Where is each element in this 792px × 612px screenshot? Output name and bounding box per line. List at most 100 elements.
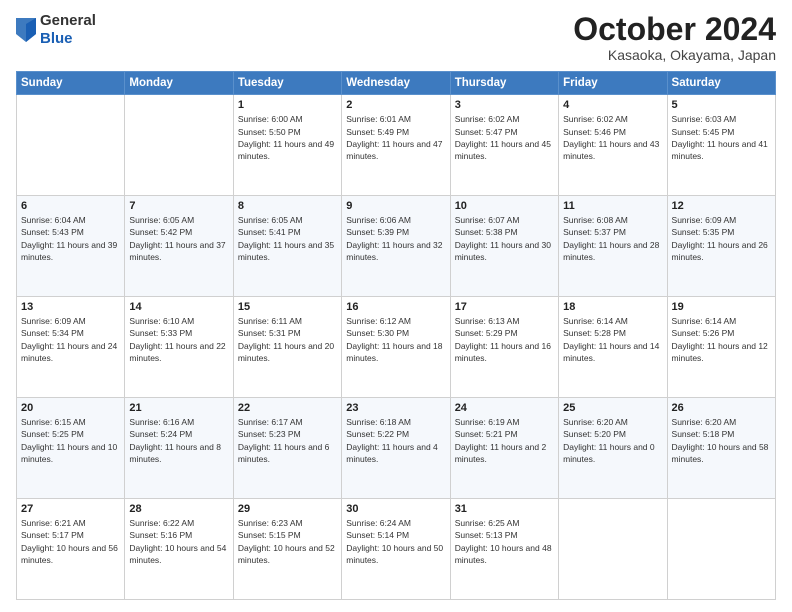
calendar-cell: 31 Sunrise: 6:25 AM Sunset: 5:13 PM Dayli… — [450, 499, 558, 600]
day-number: 7 — [129, 200, 228, 212]
day-info: Sunrise: 6:14 AM Sunset: 5:28 PM Dayligh… — [563, 315, 662, 364]
weekday-header: Friday — [559, 72, 667, 95]
day-info: Sunrise: 6:16 AM Sunset: 5:24 PM Dayligh… — [129, 416, 228, 465]
calendar-cell: 23 Sunrise: 6:18 AM Sunset: 5:22 PM Dayli… — [342, 398, 450, 499]
day-number: 29 — [238, 503, 337, 515]
day-number: 10 — [455, 200, 554, 212]
calendar-week-row: 6 Sunrise: 6:04 AM Sunset: 5:43 PM Daylig… — [17, 196, 776, 297]
day-info: Sunrise: 6:09 AM Sunset: 5:34 PM Dayligh… — [21, 315, 120, 364]
day-info: Sunrise: 6:12 AM Sunset: 5:30 PM Dayligh… — [346, 315, 445, 364]
day-number: 16 — [346, 301, 445, 313]
day-info: Sunrise: 6:20 AM Sunset: 5:18 PM Dayligh… — [672, 416, 771, 465]
location: Kasaoka, Okayama, Japan — [573, 47, 776, 63]
calendar-cell: 30Sunrise: 6:24 AM Sunset: 5:14 PM Dayli… — [342, 499, 450, 600]
calendar-cell — [17, 95, 125, 196]
day-info: Sunrise: 6:24 AM Sunset: 5:14 PM Dayligh… — [346, 517, 445, 566]
title-block: October 2024 Kasaoka, Okayama, Japan — [573, 12, 776, 63]
day-info: Sunrise: 6:09 AM Sunset: 5:35 PM Dayligh… — [672, 214, 771, 263]
day-info: Sunrise: 6:13 AM Sunset: 5:29 PM Dayligh… — [455, 315, 554, 364]
day-info: Sunrise: 6:14 AM Sunset: 5:26 PM Dayligh… — [672, 315, 771, 364]
calendar-cell: 7 Sunrise: 6:05 AM Sunset: 5:42 PM Daylig… — [125, 196, 233, 297]
day-number: 1 — [238, 99, 337, 111]
day-number: 2 — [346, 99, 445, 111]
calendar-cell: 9Sunrise: 6:06 AM Sunset: 5:39 PM Daylig… — [342, 196, 450, 297]
calendar-cell: 4 Sunrise: 6:02 AM Sunset: 5:46 PM Daylig… — [559, 95, 667, 196]
weekday-header: Tuesday — [233, 72, 341, 95]
day-number: 24 — [455, 402, 554, 414]
calendar-cell: 16 Sunrise: 6:12 AM Sunset: 5:30 PM Dayli… — [342, 297, 450, 398]
weekday-header: Monday — [125, 72, 233, 95]
day-info: Sunrise: 6:22 AM Sunset: 5:16 PM Dayligh… — [129, 517, 228, 566]
calendar-cell: 27Sunrise: 6:21 AM Sunset: 5:17 PM Dayli… — [17, 499, 125, 600]
logo-blue: Blue — [40, 30, 96, 48]
day-info: Sunrise: 6:23 AM Sunset: 5:15 PM Dayligh… — [238, 517, 337, 566]
calendar-week-row: 20Sunrise: 6:15 AM Sunset: 5:25 PM Dayli… — [17, 398, 776, 499]
day-info: Sunrise: 6:08 AM Sunset: 5:37 PM Dayligh… — [563, 214, 662, 263]
day-info: Sunrise: 6:05 AM Sunset: 5:41 PM Dayligh… — [238, 214, 337, 263]
day-info: Sunrise: 6:01 AM Sunset: 5:49 PM Dayligh… — [346, 113, 445, 162]
calendar-cell: 6 Sunrise: 6:04 AM Sunset: 5:43 PM Daylig… — [17, 196, 125, 297]
day-number: 31 — [455, 503, 554, 515]
calendar-cell: 14 Sunrise: 6:10 AM Sunset: 5:33 PM Dayli… — [125, 297, 233, 398]
calendar-week-row: 1Sunrise: 6:00 AM Sunset: 5:50 PM Daylig… — [17, 95, 776, 196]
day-number: 12 — [672, 200, 771, 212]
day-number: 18 — [563, 301, 662, 313]
calendar-cell: 20Sunrise: 6:15 AM Sunset: 5:25 PM Dayli… — [17, 398, 125, 499]
day-info: Sunrise: 6:02 AM Sunset: 5:46 PM Dayligh… — [563, 113, 662, 162]
calendar-cell — [667, 499, 775, 600]
weekday-header: Thursday — [450, 72, 558, 95]
day-number: 23 — [346, 402, 445, 414]
calendar-cell — [559, 499, 667, 600]
weekday-header: Sunday — [17, 72, 125, 95]
calendar-cell: 8 Sunrise: 6:05 AM Sunset: 5:41 PM Daylig… — [233, 196, 341, 297]
calendar-week-row: 27Sunrise: 6:21 AM Sunset: 5:17 PM Dayli… — [17, 499, 776, 600]
day-number: 26 — [672, 402, 771, 414]
day-number: 6 — [21, 200, 120, 212]
calendar-cell: 12 Sunrise: 6:09 AM Sunset: 5:35 PM Dayli… — [667, 196, 775, 297]
day-info: Sunrise: 6:11 AM Sunset: 5:31 PM Dayligh… — [238, 315, 337, 364]
day-info: Sunrise: 6:17 AM Sunset: 5:23 PM Dayligh… — [238, 416, 337, 465]
logo: General Blue — [16, 12, 96, 48]
calendar-cell: 18 Sunrise: 6:14 AM Sunset: 5:28 PM Dayli… — [559, 297, 667, 398]
day-info: Sunrise: 6:10 AM Sunset: 5:33 PM Dayligh… — [129, 315, 228, 364]
day-number: 8 — [238, 200, 337, 212]
calendar-cell: 22 Sunrise: 6:17 AM Sunset: 5:23 PM Dayli… — [233, 398, 341, 499]
day-info: Sunrise: 6:07 AM Sunset: 5:38 PM Dayligh… — [455, 214, 554, 263]
day-info: Sunrise: 6:04 AM Sunset: 5:43 PM Dayligh… — [21, 214, 120, 263]
day-number: 15 — [238, 301, 337, 313]
day-number: 9 — [346, 200, 445, 212]
logo-general: General — [40, 12, 96, 30]
day-info: Sunrise: 6:20 AM Sunset: 5:20 PM Dayligh… — [563, 416, 662, 465]
weekday-header: Wednesday — [342, 72, 450, 95]
calendar-table: SundayMondayTuesdayWednesdayThursdayFrid… — [16, 71, 776, 600]
calendar-cell: 13 Sunrise: 6:09 AM Sunset: 5:34 PM Dayli… — [17, 297, 125, 398]
day-info: Sunrise: 6:15 AM Sunset: 5:25 PM Dayligh… — [21, 416, 120, 465]
calendar-cell — [125, 95, 233, 196]
day-number: 14 — [129, 301, 228, 313]
calendar-cell: 1Sunrise: 6:00 AM Sunset: 5:50 PM Daylig… — [233, 95, 341, 196]
day-number: 13 — [21, 301, 120, 313]
day-number: 25 — [563, 402, 662, 414]
day-info: Sunrise: 6:18 AM Sunset: 5:22 PM Dayligh… — [346, 416, 445, 465]
month-title: October 2024 — [573, 12, 776, 47]
day-number: 27 — [21, 503, 120, 515]
day-info: Sunrise: 6:25 AM Sunset: 5:13 PM Dayligh… — [455, 517, 554, 566]
calendar-week-row: 13 Sunrise: 6:09 AM Sunset: 5:34 PM Dayli… — [17, 297, 776, 398]
day-info: Sunrise: 6:02 AM Sunset: 5:47 PM Dayligh… — [455, 113, 554, 162]
calendar-cell: 2 Sunrise: 6:01 AM Sunset: 5:49 PM Daylig… — [342, 95, 450, 196]
logo-icon — [16, 18, 36, 42]
page: General Blue October 2024 Kasaoka, Okaya… — [0, 0, 792, 612]
day-number: 28 — [129, 503, 228, 515]
calendar-cell: 10 Sunrise: 6:07 AM Sunset: 5:38 PM Dayli… — [450, 196, 558, 297]
calendar-cell: 11Sunrise: 6:08 AM Sunset: 5:37 PM Dayli… — [559, 196, 667, 297]
day-number: 22 — [238, 402, 337, 414]
day-info: Sunrise: 6:05 AM Sunset: 5:42 PM Dayligh… — [129, 214, 228, 263]
calendar-cell: 21Sunrise: 6:16 AM Sunset: 5:24 PM Dayli… — [125, 398, 233, 499]
weekday-header: Saturday — [667, 72, 775, 95]
day-number: 17 — [455, 301, 554, 313]
calendar-cell: 19Sunrise: 6:14 AM Sunset: 5:26 PM Dayli… — [667, 297, 775, 398]
calendar-cell: 3Sunrise: 6:02 AM Sunset: 5:47 PM Daylig… — [450, 95, 558, 196]
day-number: 4 — [563, 99, 662, 111]
calendar-cell: 25 Sunrise: 6:20 AM Sunset: 5:20 PM Dayli… — [559, 398, 667, 499]
calendar-cell: 15 Sunrise: 6:11 AM Sunset: 5:31 PM Dayli… — [233, 297, 341, 398]
